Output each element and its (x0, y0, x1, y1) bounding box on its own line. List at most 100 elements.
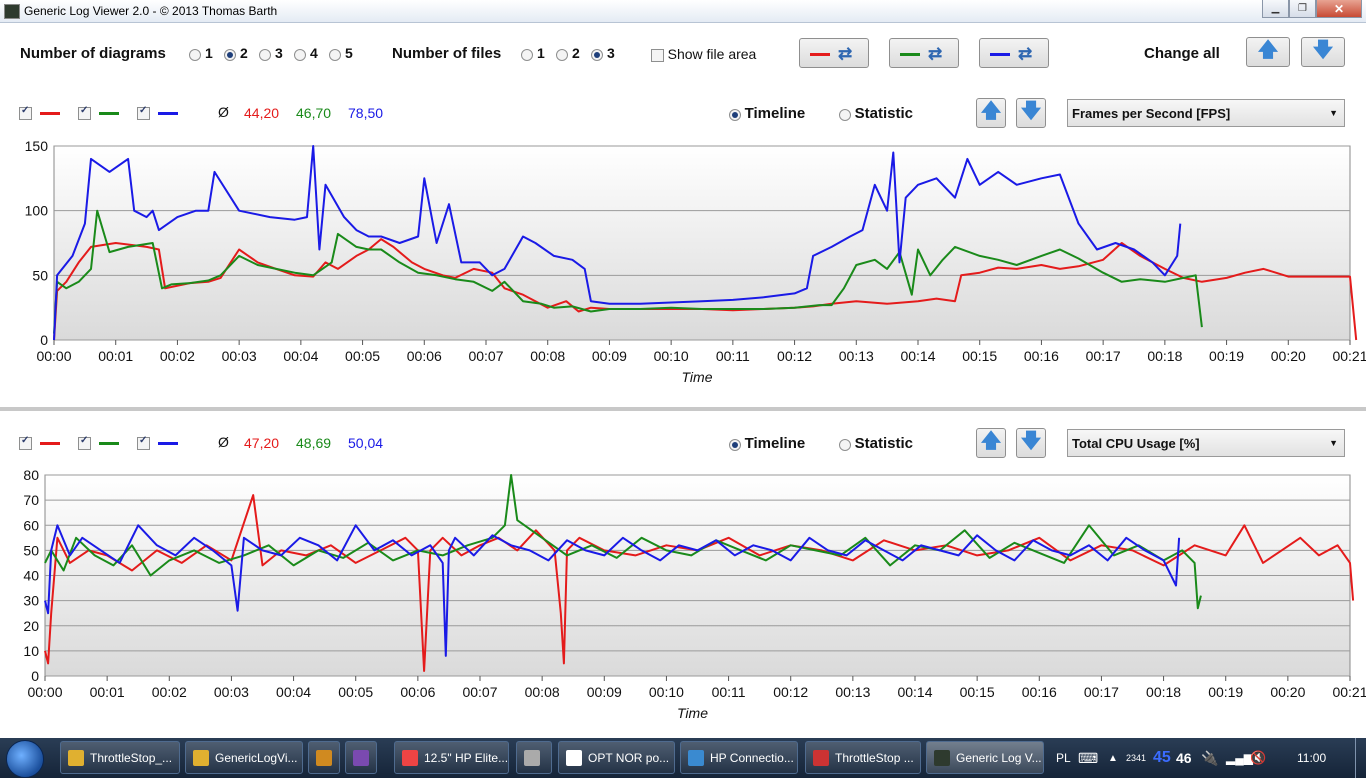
file-count-option-1[interactable]: 1 (521, 45, 545, 61)
x-tick-label: 00:07 (462, 684, 497, 700)
series-toggle-1[interactable] (19, 105, 60, 121)
taskbar-item[interactable] (345, 741, 377, 774)
timeline-radio[interactable] (729, 438, 741, 451)
statistic-radio[interactable] (839, 438, 851, 451)
file-count-option-3[interactable]: 3 (591, 45, 615, 61)
swap-green-button[interactable]: ⇄ (889, 38, 959, 68)
diagram-count-radio[interactable] (329, 48, 341, 61)
x-tick-label: 00:05 (345, 348, 380, 364)
series-checkbox[interactable] (19, 435, 32, 451)
diagram-count-radio[interactable] (224, 48, 236, 61)
x-tick-label: 00:12 (777, 348, 812, 364)
x-tick-label: 00:04 (276, 684, 311, 700)
series-toggle-3[interactable] (137, 435, 178, 451)
taskbar-item[interactable]: GenericLogVi... (185, 741, 303, 774)
tray-counter-blue: 45 (1153, 749, 1171, 766)
x-axis-label: Time (682, 369, 713, 385)
diagram-count-option-3[interactable]: 3 (259, 45, 283, 61)
y-tick-label: 50 (32, 267, 48, 283)
move-down-button[interactable]: 🡇 (1016, 98, 1046, 128)
show-file-area-checkbox[interactable] (651, 49, 664, 63)
x-tick-label: 00:17 (1086, 348, 1121, 364)
series-checkbox[interactable] (137, 435, 150, 451)
y-tick-label: 70 (23, 492, 39, 508)
statistic-option[interactable]: Statistic (839, 435, 913, 452)
taskbar-item[interactable]: 12.5" HP Elite... (394, 741, 509, 774)
show-file-area-toggle[interactable]: Show file area (651, 46, 756, 63)
swap-blue-button[interactable]: ⇄ (979, 38, 1049, 68)
power-icon[interactable]: 🔌 (1201, 738, 1218, 778)
volume-muted-icon[interactable]: 🔇 (1250, 738, 1266, 778)
timeline-label: Timeline (744, 105, 806, 122)
series-toggle-3[interactable] (137, 105, 178, 121)
metric-select-value: Frames per Second [FPS] (1072, 106, 1231, 121)
show-desktop-button[interactable] (1355, 738, 1366, 778)
timeline-radio[interactable] (729, 108, 741, 121)
taskbar-item[interactable] (516, 741, 552, 774)
taskbar-item[interactable]: OPT NOR po... (558, 741, 675, 774)
move-up-button[interactable]: 🡅 (976, 428, 1006, 458)
series-toggle-1[interactable] (19, 435, 60, 451)
series-checkbox[interactable] (19, 105, 32, 121)
series-checkbox[interactable] (78, 435, 91, 451)
timeline-option[interactable]: Timeline (729, 435, 805, 452)
arrow-down-icon: 🡇 (1020, 430, 1042, 452)
clock[interactable]: 11:00 (1297, 738, 1326, 778)
series-checkbox[interactable] (78, 105, 91, 121)
app-icon (4, 4, 20, 19)
diagram-count-radio[interactable] (294, 48, 306, 61)
lang-indicator[interactable]: PL (1056, 738, 1071, 778)
x-tick-label: 00:01 (98, 348, 133, 364)
start-button[interactable] (6, 740, 44, 778)
move-all-up-button[interactable]: 🡅 (1246, 37, 1290, 67)
move-up-button[interactable]: 🡅 (976, 98, 1006, 128)
diagram-count-radio[interactable] (189, 48, 201, 61)
keyboard-icon[interactable]: ⌨ (1078, 738, 1098, 778)
x-tick-label: 00:02 (160, 348, 195, 364)
swap-red-button[interactable]: ⇄ (799, 38, 869, 68)
file-count-option-2[interactable]: 2 (556, 45, 580, 61)
diagram-count-option-1[interactable]: 1 (189, 45, 213, 61)
x-tick-label: 00:14 (897, 684, 932, 700)
taskbar-item[interactable] (308, 741, 340, 774)
diagram-count-radio[interactable] (259, 48, 271, 61)
panel-splitter[interactable] (0, 407, 1366, 411)
statistic-option[interactable]: Statistic (839, 105, 913, 122)
maximize-button[interactable]: ❐ (1289, 0, 1316, 18)
taskbar-item[interactable]: HP Connectio... (680, 741, 798, 774)
series-average-2: 48,69 (296, 435, 332, 451)
move-down-button[interactable]: 🡇 (1016, 428, 1046, 458)
taskbar-item[interactable]: Generic Log V... (926, 741, 1044, 774)
minimize-button[interactable]: ▁ (1262, 0, 1289, 18)
file-count-radio[interactable] (556, 48, 568, 61)
diagram-count-option-4[interactable]: 4 (294, 45, 318, 61)
diagram-count-option-5[interactable]: 5 (329, 45, 353, 61)
y-tick-label: 30 (23, 593, 39, 609)
close-button[interactable]: ✕ (1316, 0, 1362, 18)
x-tick-label: 00:00 (27, 684, 62, 700)
metric-select[interactable]: Total CPU Usage [%] ▼ (1067, 429, 1345, 457)
x-tick-label: 00:06 (400, 684, 435, 700)
tray-expand-icon[interactable]: ▲ (1108, 738, 1118, 778)
taskbar-item[interactable]: ThrottleStop ... (805, 741, 921, 774)
move-all-down-button[interactable]: 🡇 (1301, 37, 1345, 67)
taskbar-item-label: GenericLogVi... (215, 750, 298, 765)
series-checkbox[interactable] (137, 105, 150, 121)
series-toggle-2[interactable] (78, 435, 119, 451)
network-icon[interactable]: ▂▄▆ (1226, 738, 1253, 778)
arrow-up-icon: 🡅 (1257, 39, 1279, 61)
metric-select[interactable]: Frames per Second [FPS] ▼ (1067, 99, 1345, 127)
series-color-swatch (39, 112, 60, 116)
series-toggle-2[interactable] (78, 105, 119, 121)
main-toolbar: Number of diagrams 1 2 3 4 5 Number of files… (0, 23, 1366, 85)
series-color-swatch (39, 442, 60, 446)
taskbar-item[interactable]: ThrottleStop_... (60, 741, 180, 774)
file-count-radio[interactable] (591, 48, 603, 61)
diagram-count-option-2[interactable]: 2 (224, 45, 248, 61)
x-tick-label: 00:11 (716, 348, 750, 364)
statistic-radio[interactable] (839, 108, 851, 121)
panel2-header: Ø 47,20 48,69 50,04 Timeline Statistic 🡅 🡇 Tot… (0, 423, 1366, 463)
file-count-radio[interactable] (521, 48, 533, 61)
x-tick-label: 00:02 (152, 684, 187, 700)
timeline-option[interactable]: Timeline (729, 105, 805, 122)
